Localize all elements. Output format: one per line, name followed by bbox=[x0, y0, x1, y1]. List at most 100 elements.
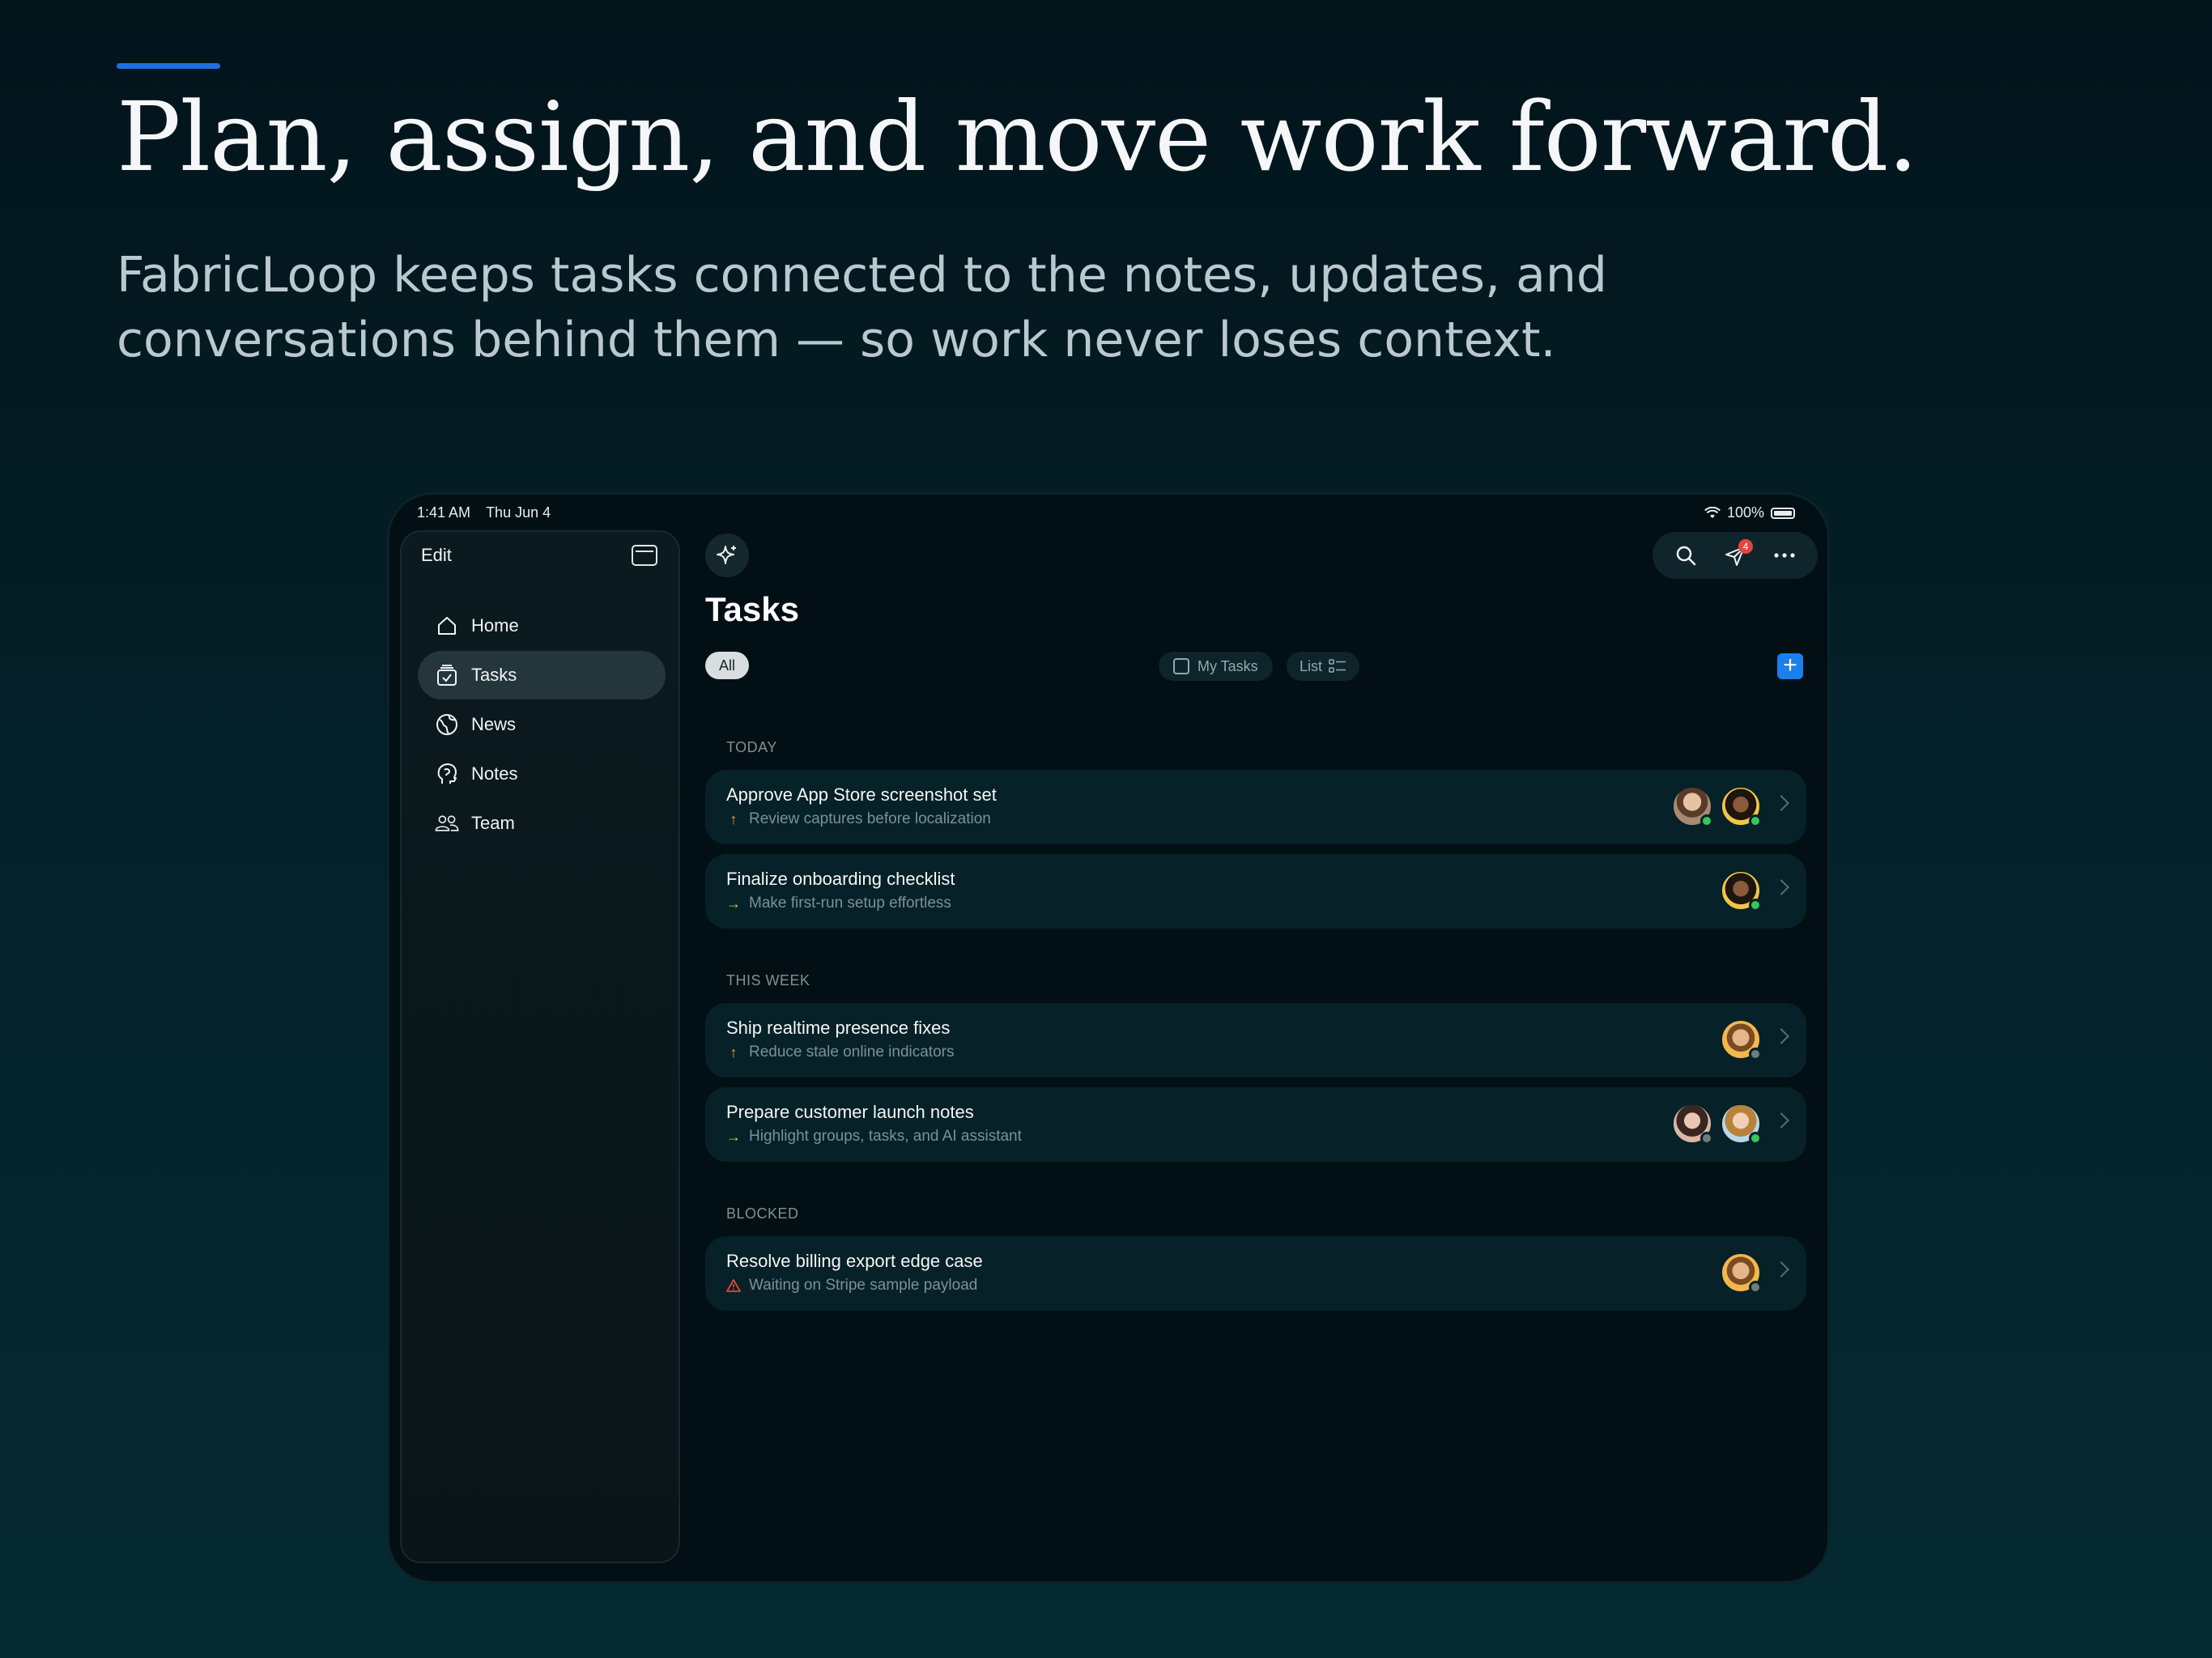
task-title: Ship realtime presence fixes bbox=[726, 1018, 951, 1038]
priority-high-icon: ↑ bbox=[730, 1044, 738, 1061]
sidebar-item-tasks[interactable]: Tasks bbox=[418, 651, 666, 699]
task-subtitle: ↑ Reduce stale online indicators bbox=[726, 1044, 955, 1061]
task-title: Finalize onboarding checklist bbox=[726, 869, 955, 889]
status-date: Thu Jun 4 bbox=[486, 504, 551, 521]
assignees bbox=[1721, 1252, 1762, 1294]
offline-status-dot bbox=[1749, 1281, 1762, 1294]
chevron-right-icon bbox=[1773, 1028, 1789, 1044]
task-row[interactable]: Prepare customer launch notes → Highlight… bbox=[705, 1087, 1806, 1162]
avatar[interactable] bbox=[1721, 1103, 1762, 1145]
assignees bbox=[1672, 786, 1762, 827]
brain-icon bbox=[434, 761, 460, 787]
assignees bbox=[1672, 1103, 1762, 1145]
sidebar-item-news[interactable]: News bbox=[418, 700, 666, 749]
task-subtitle-text: Waiting on Stripe sample payload bbox=[749, 1277, 978, 1294]
warning-icon bbox=[726, 1279, 741, 1292]
hero-subhead: FabricLoop keeps tasks connected to the … bbox=[117, 247, 1607, 368]
status-time: 1:41 AM bbox=[417, 504, 471, 521]
task-title: Resolve billing export edge case bbox=[726, 1251, 983, 1271]
page-title: Tasks bbox=[705, 590, 799, 628]
filter-all-chip[interactable]: All bbox=[705, 652, 749, 679]
sidebar-item-label: News bbox=[471, 714, 517, 734]
assignees bbox=[1721, 1019, 1762, 1061]
online-status-dot bbox=[1700, 814, 1713, 827]
sidebar: Edit Home Tasks News Notes Team bbox=[400, 530, 680, 1563]
avatar[interactable] bbox=[1721, 1252, 1762, 1294]
my-tasks-filter[interactable]: My Tasks bbox=[1159, 652, 1273, 681]
avatar[interactable] bbox=[1672, 786, 1713, 827]
sidebar-toggle-icon[interactable] bbox=[632, 545, 657, 566]
checklist-icon bbox=[1329, 659, 1346, 673]
task-subtitle-text: Reduce stale online indicators bbox=[749, 1044, 955, 1061]
task-title: Approve App Store screenshot set bbox=[726, 784, 997, 805]
priority-medium-icon: → bbox=[726, 895, 741, 912]
avatar[interactable] bbox=[1721, 786, 1762, 827]
more-icon bbox=[1774, 553, 1795, 558]
chevron-right-icon bbox=[1773, 1261, 1789, 1278]
view-mode-toggle[interactable]: List bbox=[1287, 652, 1360, 681]
sidebar-item-label: Home bbox=[471, 615, 519, 636]
sidebar-item-notes[interactable]: Notes bbox=[418, 750, 666, 798]
inbox-button[interactable]: 4 bbox=[1717, 538, 1753, 573]
checkbox-icon bbox=[1173, 658, 1189, 674]
ai-assistant-button[interactable] bbox=[705, 534, 749, 577]
more-button[interactable] bbox=[1767, 538, 1802, 573]
hero-headline: Plan, assign, and move work forward. bbox=[117, 81, 1918, 193]
view-mode-label: List bbox=[1300, 657, 1323, 674]
status-bar-right: 100% bbox=[1704, 504, 1795, 521]
people-icon bbox=[434, 810, 460, 836]
task-subtitle-text: Review captures before localization bbox=[749, 810, 991, 827]
globe-icon bbox=[434, 712, 460, 738]
task-subtitle: → Make first-run setup effortless bbox=[726, 895, 951, 912]
tablet-frame: 1:41 AM Thu Jun 4 100% Edit Home Tasks N… bbox=[387, 492, 1830, 1584]
main-content: 4 Tasks All My Tasks List + TODAY Approv… bbox=[692, 530, 1818, 1575]
priority-medium-icon: → bbox=[726, 1128, 741, 1145]
accent-bar bbox=[117, 63, 220, 69]
assignees bbox=[1721, 870, 1762, 912]
chevron-right-icon bbox=[1773, 879, 1789, 895]
tasks-icon bbox=[434, 662, 460, 688]
priority-high-icon: ↑ bbox=[730, 810, 738, 827]
task-row[interactable]: Resolve billing export edge case Waiting… bbox=[705, 1236, 1806, 1311]
toolbar-group: 4 bbox=[1653, 532, 1818, 579]
task-subtitle: ↑ Review captures before localization bbox=[726, 810, 991, 828]
task-title: Prepare customer launch notes bbox=[726, 1102, 974, 1122]
sparkle-icon bbox=[717, 546, 736, 564]
offline-status-dot bbox=[1749, 1048, 1762, 1061]
search-icon bbox=[1676, 546, 1695, 566]
online-status-dot bbox=[1749, 1132, 1762, 1145]
task-row[interactable]: Finalize onboarding checklist → Make firs… bbox=[705, 854, 1806, 929]
offline-status-dot bbox=[1700, 1132, 1713, 1145]
wifi-icon bbox=[1704, 506, 1721, 518]
sidebar-item-home[interactable]: Home bbox=[418, 602, 666, 650]
my-tasks-label: My Tasks bbox=[1197, 657, 1258, 674]
status-bar-left: 1:41 AM Thu Jun 4 bbox=[417, 504, 551, 521]
task-row[interactable]: Ship realtime presence fixes ↑ Reduce sta… bbox=[705, 1003, 1806, 1078]
task-row[interactable]: Approve App Store screenshot set ↑ Review… bbox=[705, 770, 1806, 844]
chevron-right-icon bbox=[1773, 1112, 1789, 1129]
avatar[interactable] bbox=[1721, 870, 1762, 912]
task-subtitle: → Highlight groups, tasks, and AI assista… bbox=[726, 1128, 1022, 1146]
avatar[interactable] bbox=[1721, 1019, 1762, 1061]
section-label: THIS WEEK bbox=[726, 972, 810, 988]
battery-icon bbox=[1771, 507, 1795, 519]
home-icon bbox=[434, 613, 460, 639]
sidebar-nav: Home Tasks News Notes Team bbox=[418, 602, 666, 848]
avatar[interactable] bbox=[1672, 1103, 1713, 1145]
sidebar-item-label: Tasks bbox=[471, 665, 517, 685]
online-status-dot bbox=[1749, 814, 1762, 827]
task-subtitle: Waiting on Stripe sample payload bbox=[726, 1277, 977, 1295]
chevron-right-icon bbox=[1773, 795, 1789, 811]
edit-button[interactable]: Edit bbox=[421, 545, 452, 566]
task-subtitle-text: Highlight groups, tasks, and AI assistan… bbox=[749, 1128, 1022, 1145]
battery-percent: 100% bbox=[1726, 504, 1764, 521]
sidebar-item-team[interactable]: Team bbox=[418, 799, 666, 848]
add-task-button[interactable]: + bbox=[1777, 653, 1803, 679]
sidebar-item-label: Notes bbox=[471, 763, 518, 784]
section-label: TODAY bbox=[726, 739, 777, 755]
sidebar-item-label: Team bbox=[471, 813, 515, 833]
search-button[interactable] bbox=[1668, 538, 1704, 573]
notification-badge: 4 bbox=[1738, 539, 1753, 554]
section-label: BLOCKED bbox=[726, 1205, 799, 1222]
online-status-dot bbox=[1749, 899, 1762, 912]
